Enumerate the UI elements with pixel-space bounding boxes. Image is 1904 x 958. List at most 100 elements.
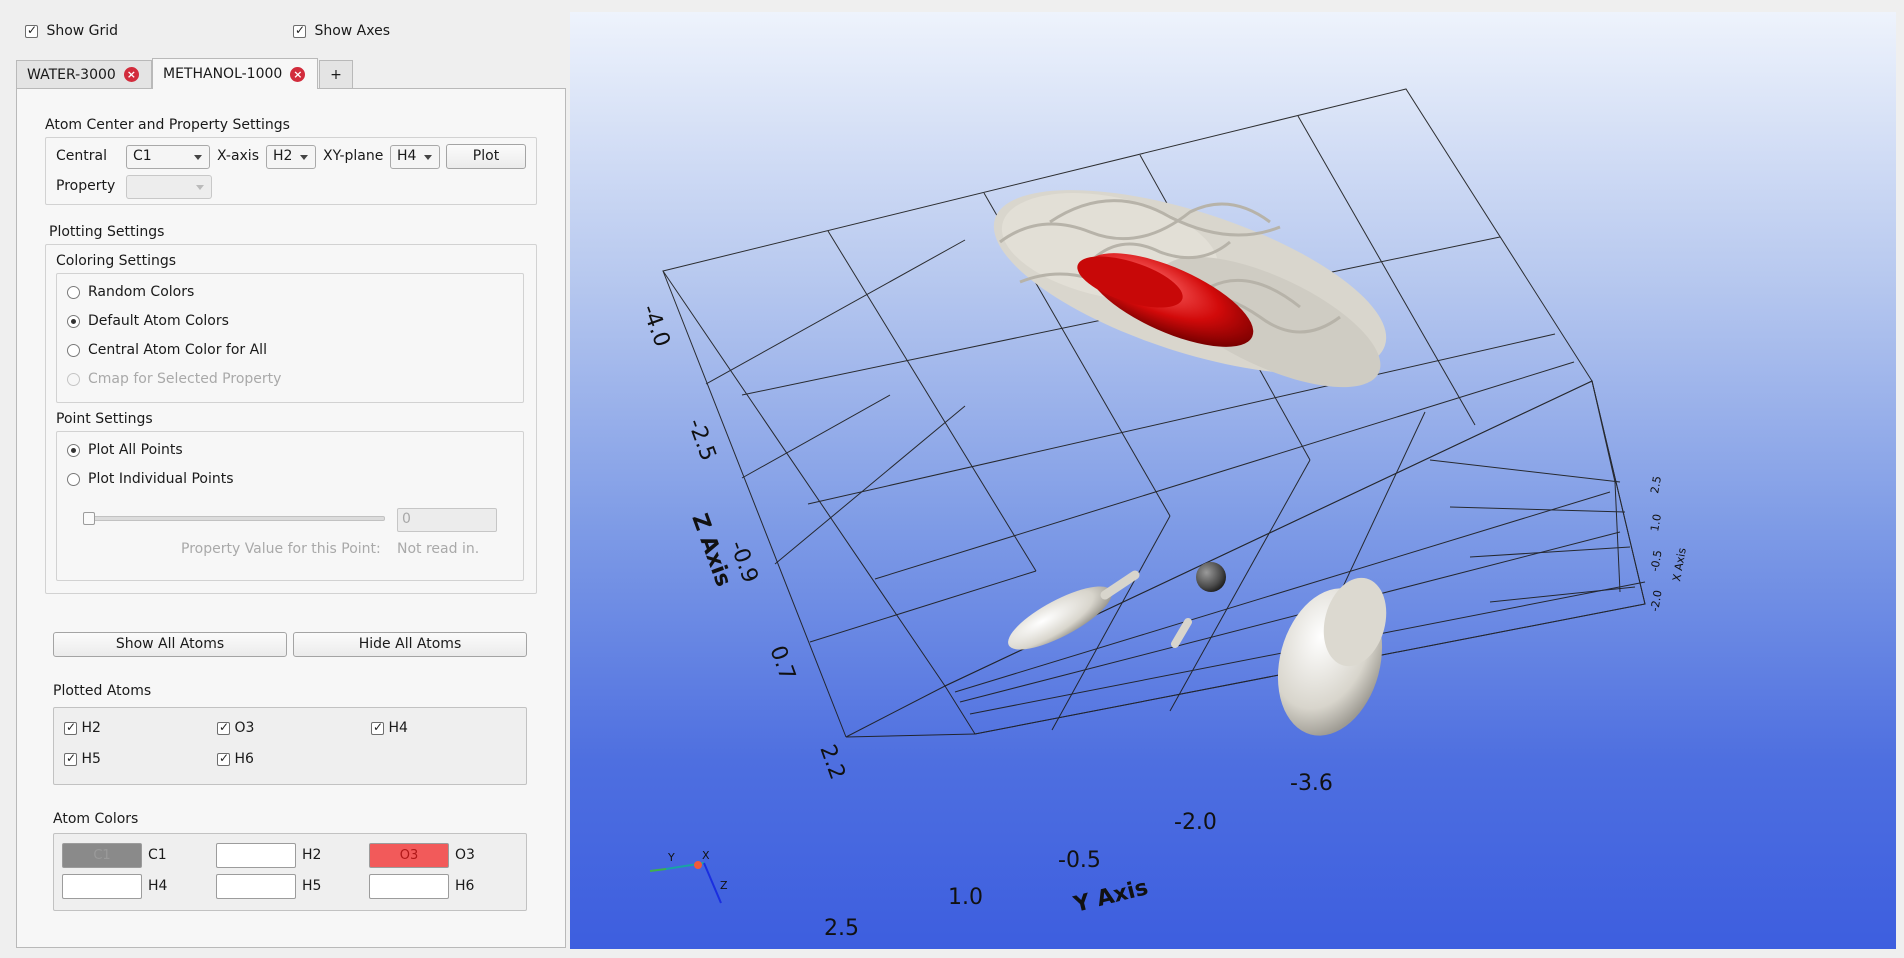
plot-individual-points-option[interactable]: Plot Individual Points [67,471,234,487]
atom-colors-group: C1 C1 H2 O3 O3 H4 H5 H6 [53,833,527,911]
show-axes-label: Show Axes [314,23,391,39]
atom-label: O3 [234,720,255,736]
y-tick-label: -2.0 [1174,810,1217,835]
property-value-label: Property Value for this Point: [181,541,381,557]
y-tick-label: 1.0 [948,885,983,910]
central-atom-color-option[interactable]: Central Atom Color for All [67,342,267,358]
xyplane-label: XY-plane [323,148,384,164]
plotted-atom-o3[interactable]: O3 [217,720,254,736]
option-label: Random Colors [88,284,195,300]
atom-checkbox[interactable] [371,720,384,735]
plotted-atom-h4[interactable]: H4 [371,720,408,736]
z-tick-label: 0.7 [764,643,799,684]
axes-grid [662,88,1646,738]
atom-label: H5 [81,751,101,767]
x-tick-label: 2.5 [1648,475,1664,494]
z-axis-ticks: -4.0 -2.5 -0.9 0.7 2.2 [636,302,849,783]
orientation-y-label: Y [667,851,675,864]
atom-checkbox[interactable] [217,751,230,766]
hydrogen-cloud-right [1277,577,1387,736]
plot-button[interactable]: Plot [446,144,526,169]
show-grid-checkbox[interactable] [25,23,38,38]
show-grid-label: Show Grid [46,23,119,39]
coloring-settings-group: Random Colors Default Atom Colors Centra… [56,273,524,403]
hydrogen-cloud-left [1008,570,1140,650]
atom-checkbox[interactable] [64,720,77,735]
show-axes-checkbox[interactable] [293,23,306,38]
central-label: Central [56,148,107,164]
orientation-z-label: Z [720,879,728,892]
option-label: Cmap for Selected Property [88,371,282,387]
cmap-property-option: Cmap for Selected Property [67,371,281,387]
color-label-h6: H6 [455,878,475,894]
option-label: Plot All Points [88,442,183,458]
xaxis-atom-select[interactable]: H2 [266,145,316,169]
color-swatch-c1[interactable]: C1 [62,843,142,868]
plotting-settings-title: Plotting Settings [49,224,165,240]
radio-button[interactable] [67,472,80,486]
plus-icon: + [330,66,342,83]
default-atom-colors-option[interactable]: Default Atom Colors [67,313,229,329]
plotted-atom-h6[interactable]: H6 [217,751,254,767]
xyplane-atom-select[interactable]: H4 [390,145,440,169]
x-axis-ticks: -2.0 -0.5 1.0 2.5 [1648,475,1665,612]
color-label-h5: H5 [302,878,322,894]
xaxis-label: X-axis [217,148,259,164]
3d-plot-canvas[interactable]: -4.0 -2.5 -0.9 0.7 2.2 Z Axis 2.5 1.0 -0… [570,12,1896,949]
z-tick-label: 2.2 [814,742,849,783]
add-tab-button[interactable]: + [319,60,353,88]
3d-viewport[interactable]: -4.0 -2.5 -0.9 0.7 2.2 Z Axis 2.5 1.0 -0… [570,12,1896,949]
y-axis-title: Y Axis [1070,875,1150,918]
point-slider-handle[interactable] [83,512,95,525]
point-settings-title: Point Settings [56,411,153,427]
plotting-settings-group: Coloring Settings Random Colors Default … [45,244,537,594]
central-carbon-atom [1196,562,1226,592]
color-swatch-o3[interactable]: O3 [369,843,449,868]
show-axes-option[interactable]: Show Axes [293,23,390,39]
point-slider-track[interactable] [85,516,385,521]
property-value-text: Not read in. [397,541,480,557]
color-label-c1: C1 [148,847,167,863]
radio-button[interactable] [67,285,80,299]
tab-methanol-1000[interactable]: METHANOL-1000 × [152,58,318,89]
atom-center-group: Central C1 X-axis H2 XY-plane H4 Plot Pr… [45,137,537,205]
random-colors-option[interactable]: Random Colors [67,284,194,300]
atom-checkbox[interactable] [64,751,77,766]
radio-button[interactable] [67,443,80,457]
x-tick-label: -0.5 [1648,549,1665,572]
orientation-x-label: X [702,849,710,862]
tab-water-3000[interactable]: WATER-3000 × [16,60,152,88]
radio-button[interactable] [67,314,80,328]
plotted-atoms-title: Plotted Atoms [53,683,152,699]
plot-all-points-option[interactable]: Plot All Points [67,442,183,458]
color-swatch-h5[interactable] [216,874,296,899]
property-select[interactable] [126,175,212,199]
plotted-atom-h2[interactable]: H2 [64,720,101,736]
point-index-input[interactable]: 0 [397,508,497,532]
color-swatch-h4[interactable] [62,874,142,899]
y-tick-label: 2.5 [824,916,859,941]
y-tick-label: -0.5 [1058,848,1101,873]
show-all-atoms-button[interactable]: Show All Atoms [53,632,287,657]
radio-button[interactable] [67,343,80,357]
atom-checkbox[interactable] [217,720,230,735]
hide-all-atoms-button[interactable]: Hide All Atoms [293,632,527,657]
close-tab-icon[interactable]: × [290,66,306,82]
grid-back-face [662,88,1593,687]
show-grid-option[interactable]: Show Grid [25,23,118,39]
tab-label: METHANOL-1000 [163,66,283,82]
central-atom-select[interactable]: C1 [126,145,210,169]
color-swatch-h6[interactable] [369,874,449,899]
color-label-h2: H2 [302,847,322,863]
x-axis-title: X Axis [1670,547,1689,583]
settings-panel: Atom Center and Property Settings Centra… [16,88,566,948]
property-label: Property [56,178,116,194]
x-tick-label: 1.0 [1648,513,1664,532]
close-tab-icon[interactable]: × [123,67,139,82]
z-tick-label: -4.0 [636,302,674,351]
color-swatch-h2[interactable] [216,843,296,868]
x-orientation-point [694,861,702,869]
option-label: Plot Individual Points [88,471,234,487]
plotted-atom-h5[interactable]: H5 [64,751,101,767]
color-label-o3: O3 [455,847,475,863]
